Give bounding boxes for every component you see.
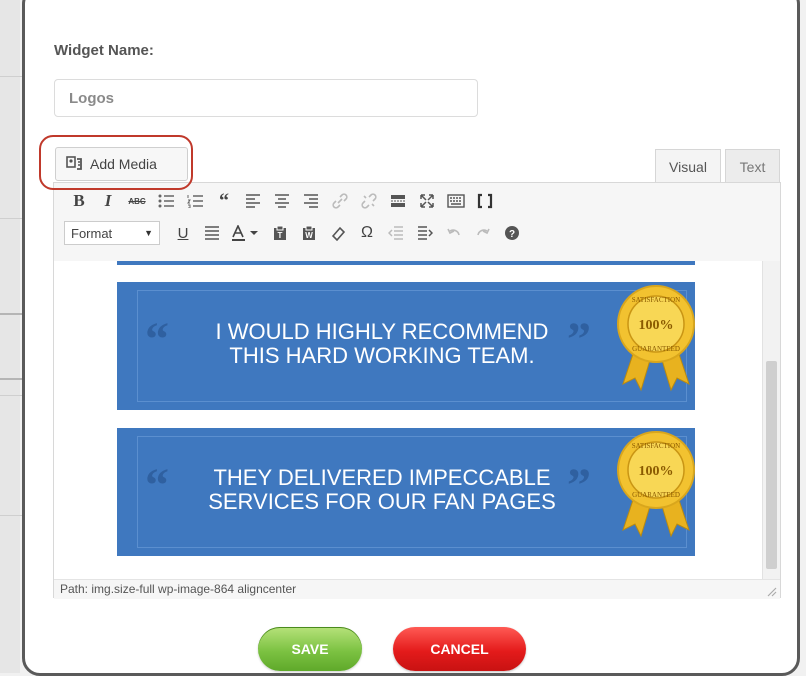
testimonial-line: THIS HARD WORKING TEAM. xyxy=(229,343,535,368)
distraction-free-icon[interactable] xyxy=(474,190,496,212)
satisfaction-seal-icon: 100% SATISFACTION GUARANTEED xyxy=(617,431,695,538)
add-media-icon xyxy=(66,156,82,170)
align-right-icon[interactable] xyxy=(300,190,322,212)
read-more-icon[interactable] xyxy=(387,190,409,212)
toolbar-row-2: Format ▼ U T W Ω ? xyxy=(64,219,530,247)
format-dropdown[interactable]: Format ▼ xyxy=(64,221,160,245)
seal-bottom-text: GUARANTEED xyxy=(632,491,680,499)
clear-formatting-icon[interactable] xyxy=(327,222,349,244)
resize-handle-icon[interactable] xyxy=(765,585,777,597)
open-quote-icon: “ xyxy=(145,313,169,366)
special-character-icon[interactable]: Ω xyxy=(356,222,378,244)
background-divider xyxy=(0,76,22,77)
paste-word-icon[interactable]: W xyxy=(298,222,320,244)
save-button[interactable]: SAVE xyxy=(258,627,362,671)
svg-text:T: T xyxy=(278,231,283,240)
widget-name-label: Widget Name: xyxy=(54,42,154,59)
widget-modal: Widget Name: Add Media Visual Text B I A… xyxy=(22,0,800,676)
satisfaction-seal-icon: 100% SATISFACTION GUARANTEED xyxy=(617,285,695,392)
toolbar-toggle-icon[interactable] xyxy=(445,190,467,212)
add-media-label: Add Media xyxy=(90,156,157,172)
close-quote-icon: ” xyxy=(567,313,591,366)
italic-icon[interactable]: I xyxy=(97,190,119,212)
align-center-icon[interactable] xyxy=(271,190,293,212)
close-quote-icon: ” xyxy=(567,459,591,512)
chevron-down-icon: ▼ xyxy=(144,228,153,238)
outdent-icon[interactable] xyxy=(385,222,407,244)
bold-icon[interactable]: B xyxy=(68,190,90,212)
editor-toolbar: B I ABC “ Format ▼ U T W Ω ? xyxy=(54,183,780,262)
toolbar-row-1: B I ABC “ xyxy=(68,187,503,215)
background-page xyxy=(0,0,20,673)
testimonial-line: SERVICES FOR OUR FAN PAGES xyxy=(208,489,556,514)
background-divider xyxy=(0,515,22,516)
testimonial-banner[interactable]: “ THEY DELIVERED IMPECCABLE SERVICES FOR… xyxy=(117,428,695,556)
editor-scrollbar[interactable] xyxy=(762,261,780,579)
testimonial-line: THEY DELIVERED IMPECCABLE xyxy=(213,465,551,490)
numbered-list-icon[interactable] xyxy=(184,190,206,212)
background-divider xyxy=(0,378,22,380)
element-path: Path: img.size-full wp-image-864 alignce… xyxy=(60,582,297,596)
add-media-button[interactable]: Add Media xyxy=(55,147,188,181)
widget-name-input[interactable] xyxy=(54,79,478,117)
strikethrough-icon[interactable]: ABC xyxy=(126,190,148,212)
justify-icon[interactable] xyxy=(201,222,223,244)
tab-text[interactable]: Text xyxy=(725,149,780,183)
testimonial-text: THEY DELIVERED IMPECCABLE SERVICES FOR O… xyxy=(187,466,577,514)
tab-visual[interactable]: Visual xyxy=(655,149,721,183)
seal-top-text: SATISFACTION xyxy=(632,442,681,450)
seal-value: 100% xyxy=(639,464,674,479)
cancel-button[interactable]: CANCEL xyxy=(393,627,526,671)
svg-text:?: ? xyxy=(509,229,515,240)
unlink-icon[interactable] xyxy=(358,190,380,212)
background-divider xyxy=(0,218,22,219)
testimonial-line: I WOULD HIGHLY RECOMMEND xyxy=(215,319,549,344)
undo-icon[interactable] xyxy=(443,222,465,244)
redo-icon[interactable] xyxy=(472,222,494,244)
rich-text-editor: B I ABC “ Format ▼ U T W Ω ? “ I WOULD H… xyxy=(53,182,781,599)
editor-content[interactable]: “ I WOULD HIGHLY RECOMMEND THIS HARD WOR… xyxy=(54,261,764,579)
testimonial-banner[interactable]: “ I WOULD HIGHLY RECOMMEND THIS HARD WOR… xyxy=(117,282,695,410)
svg-text:W: W xyxy=(305,231,313,240)
testimonial-text: I WOULD HIGHLY RECOMMEND THIS HARD WORKI… xyxy=(187,320,577,368)
fullscreen-icon[interactable] xyxy=(416,190,438,212)
background-divider xyxy=(0,313,22,315)
help-icon[interactable]: ? xyxy=(501,222,523,244)
seal-bottom-text: GUARANTEED xyxy=(632,345,680,353)
editor-path-bar: Path: img.size-full wp-image-864 alignce… xyxy=(54,579,780,599)
format-dropdown-label: Format xyxy=(71,225,113,241)
text-color-icon[interactable] xyxy=(230,222,262,244)
seal-value: 100% xyxy=(639,318,674,333)
open-quote-icon: “ xyxy=(145,459,169,512)
indent-icon[interactable] xyxy=(414,222,436,244)
bullet-list-icon[interactable] xyxy=(155,190,177,212)
paste-text-icon[interactable]: T xyxy=(269,222,291,244)
banner-image-edge xyxy=(117,261,695,265)
scrollbar-thumb[interactable] xyxy=(766,361,777,569)
link-icon[interactable] xyxy=(329,190,351,212)
seal-top-text: SATISFACTION xyxy=(632,296,681,304)
underline-icon[interactable]: U xyxy=(172,222,194,244)
background-divider xyxy=(0,395,22,396)
blockquote-icon[interactable]: “ xyxy=(213,190,235,212)
align-left-icon[interactable] xyxy=(242,190,264,212)
